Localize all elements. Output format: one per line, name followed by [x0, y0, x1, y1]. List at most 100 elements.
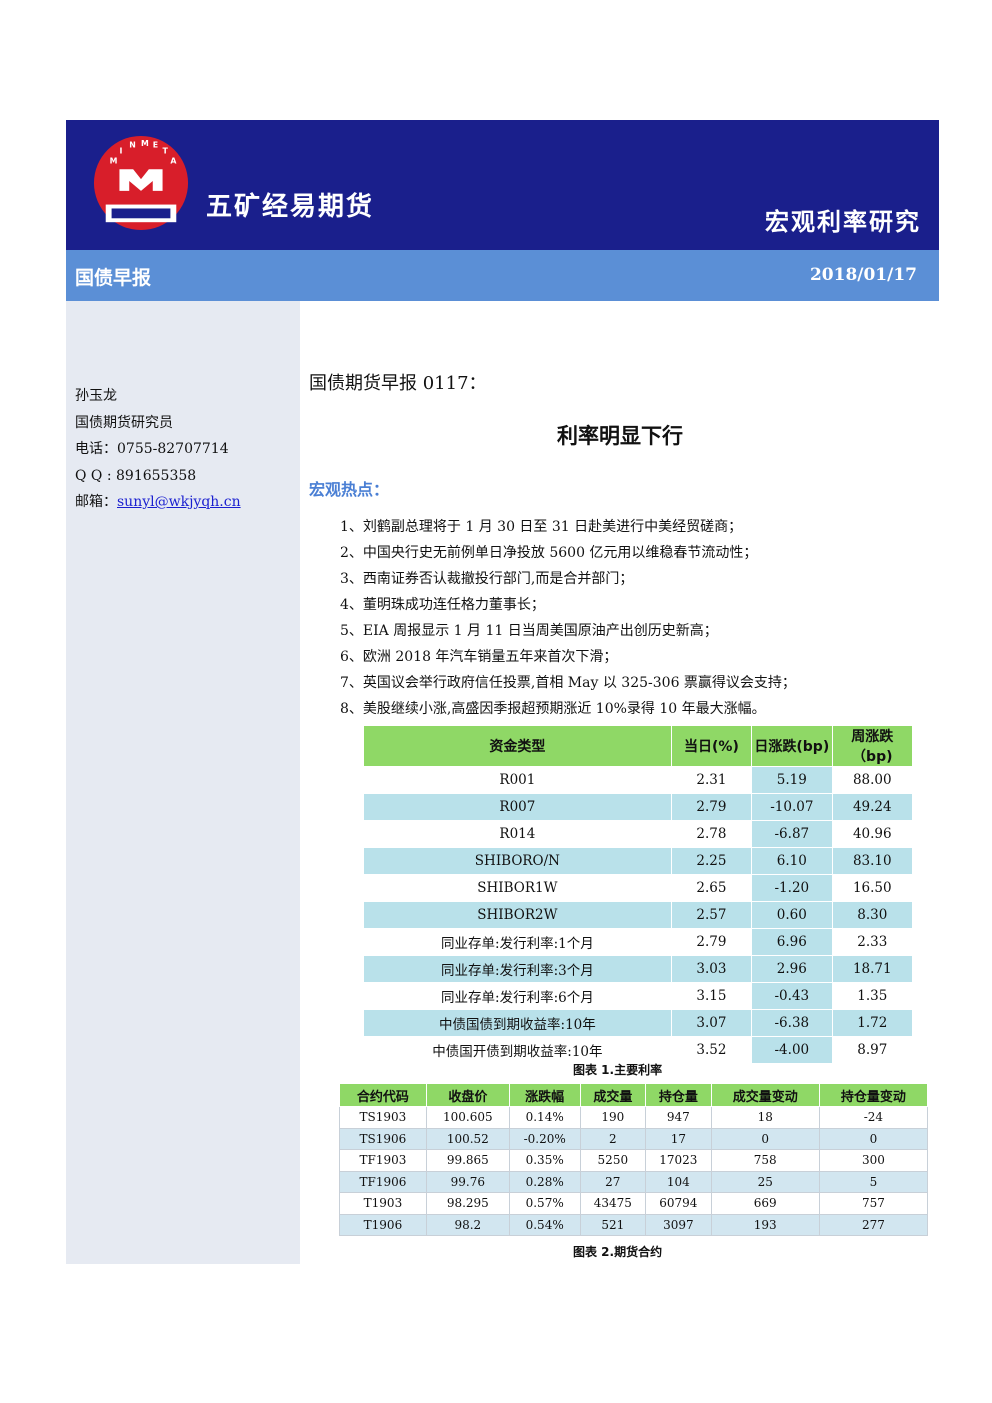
- rates-cell: 5.19: [751, 766, 833, 794]
- news-item: 5、EIA 周报显示 1 月 11 日当周美国原油产出创历史新高；: [340, 623, 718, 639]
- svg-text:T: T: [163, 147, 169, 156]
- futures-cell: 2: [579, 1127, 647, 1150]
- futures-caption: 图表 2.期货合约: [573, 1245, 663, 1259]
- rates-header-cell: 日涨跌(bp): [751, 725, 833, 767]
- rates-cell: -1.20: [751, 874, 833, 902]
- table-row: R007 2.79 -10.07 49.24: [363, 793, 914, 821]
- futures-cell: 0: [818, 1127, 929, 1150]
- svg-text:A: A: [170, 156, 177, 165]
- table-row: TS1903 100.605 0.14% 190 947 18 -24: [339, 1106, 929, 1129]
- rates-cell: 3.07: [670, 1009, 753, 1037]
- futures-cell: 104: [645, 1170, 712, 1193]
- futures-cell: -0.20%: [508, 1127, 581, 1150]
- futures-cell: TF1906: [339, 1170, 427, 1193]
- rates-cell: R001: [363, 766, 672, 794]
- report-date: 2018/01/17: [809, 265, 917, 285]
- table-row: TF1906 99.76 0.28% 27 104 25 5: [339, 1170, 929, 1193]
- futures-cell: 100.52: [425, 1127, 510, 1150]
- futures-cell: 99.76: [425, 1170, 510, 1193]
- rates-cell: 3.15: [670, 982, 753, 1010]
- futures-cell: 0.28%: [508, 1170, 581, 1193]
- rates-cell: 2.57: [670, 901, 753, 929]
- report-header: MIN MET A 五矿经易期货 宏观利率研究: [66, 120, 939, 250]
- department-name: 宏观利率研究: [765, 208, 921, 236]
- rates-cell: 83.10: [831, 847, 914, 875]
- rates-cell: 同业存单:发行利率:1个月: [363, 928, 672, 956]
- company-name: 五矿经易期货: [206, 192, 375, 222]
- rates-cell: 49.24: [831, 793, 914, 821]
- table-row: 同业存单:发行利率:6个月 3.15 -0.43 1.35: [363, 982, 914, 1010]
- rates-cell: 88.00: [831, 766, 914, 794]
- table-row: 中债国债到期收益率:10年 3.07 -6.38 1.72: [363, 1009, 914, 1037]
- futures-cell: 3097: [645, 1213, 712, 1236]
- futures-cell: T1906: [339, 1213, 427, 1236]
- rates-cell: 40.96: [831, 820, 914, 848]
- futures-cell: 758: [710, 1149, 820, 1172]
- futures-cell: 100.605: [425, 1106, 510, 1129]
- futures-cell: TF1903: [339, 1149, 427, 1172]
- futures-cell: 25: [710, 1170, 820, 1193]
- rates-cell: 6.96: [751, 928, 833, 956]
- rates-cell: R014: [363, 820, 672, 848]
- table-row: T1906 98.2 0.54% 521 3097 193 277: [339, 1213, 929, 1236]
- futures-header-cell: 收盘价: [425, 1083, 510, 1107]
- news-list: 1、刘鹤副总理将于 1 月 30 日至 31 日赴美进行中美经贸磋商； 2、中国央…: [340, 514, 796, 722]
- rates-cell: 中债国开债到期收益率:10年: [363, 1036, 672, 1064]
- rates-cell: SHIBOR1W: [363, 874, 672, 902]
- rates-cell: -6.87: [751, 820, 833, 848]
- futures-header-cell: 成交量变动: [710, 1083, 820, 1107]
- rates-cell: 0.60: [751, 901, 833, 929]
- futures-header-cell: 涨跌幅: [508, 1083, 581, 1107]
- rates-cell: 中债国债到期收益率:10年: [363, 1009, 672, 1037]
- rates-cell: 2.33: [831, 928, 914, 956]
- futures-cell: 947: [645, 1106, 712, 1129]
- futures-cell: 277: [818, 1213, 929, 1236]
- rates-cell: 3.52: [670, 1036, 753, 1064]
- email-link[interactable]: sunyl@wkjyqh.cn: [117, 494, 241, 510]
- report-title: 国债期货早报 0117：: [309, 369, 487, 395]
- report-title-num: 0117：: [417, 373, 487, 394]
- table-row: R014 2.78 -6.87 40.96: [363, 820, 914, 848]
- futures-cell: 17023: [645, 1149, 712, 1172]
- futures-cell: T1903: [339, 1192, 427, 1215]
- rates-cell: R007: [363, 793, 672, 821]
- author-title: 国债期货研究员: [75, 414, 173, 431]
- rates-cell: 1.35: [831, 982, 914, 1010]
- rates-cell: 2.79: [670, 793, 753, 821]
- news-item: 3、西南证券否认裁撤投行部门,而是合并部门；: [340, 571, 634, 587]
- rates-cell: SHIBORO/N: [363, 847, 672, 875]
- table-row: SHIBOR1W 2.65 -1.20 16.50: [363, 874, 914, 902]
- futures-table: 合约代码 收盘价 涨跌幅 成交量 持仓量 成交量变动 持仓量变动 TS1903 100.605…: [339, 1083, 929, 1236]
- futures-cell: 99.865: [425, 1149, 510, 1172]
- table-row: TS1906 100.52 -0.20% 2 17 0 0: [339, 1127, 929, 1150]
- rates-table: 资金类型 当日(%) 日涨跌(bp) 周涨跌（bp) R001 2.31 5.19 88.0…: [363, 725, 914, 1064]
- futures-cell: 0.14%: [508, 1106, 581, 1129]
- futures-cell: -24: [818, 1106, 929, 1129]
- news-item: 7、英国议会举行政府信任投票,首相 May 以 325-306 票赢得议会支持；: [340, 675, 796, 691]
- rates-header-cell: 周涨跌（bp): [831, 725, 914, 767]
- rates-cell: -10.07: [751, 793, 833, 821]
- table-row: T1903 98.295 0.57% 43475 60794 669 757: [339, 1192, 929, 1215]
- minmetals-logo-icon: MIN M ET A: [93, 135, 189, 231]
- svg-text:N: N: [129, 141, 136, 150]
- svg-text:E: E: [153, 141, 158, 150]
- futures-cell: TS1906: [339, 1127, 427, 1150]
- rates-cell: -4.00: [751, 1036, 833, 1064]
- news-item: 8、美股继续小涨,高盛因季报超预期涨近 10%录得 10 年最大涨幅。: [340, 701, 766, 717]
- futures-cell: TS1903: [339, 1106, 427, 1129]
- macro-hot-title: 宏观热点：: [309, 480, 390, 499]
- report-title-prefix: 国债期货早报: [309, 373, 417, 394]
- rates-cell: SHIBOR2W: [363, 901, 672, 929]
- rates-cell: 2.65: [670, 874, 753, 902]
- news-item: 1、刘鹤副总理将于 1 月 30 日至 31 日赴美进行中美经贸磋商；: [340, 519, 743, 535]
- svg-text:M: M: [110, 156, 118, 165]
- author-qq: Q Q : 891655358: [75, 467, 197, 484]
- table-row: SHIBOR2W 2.57 0.60 8.30: [363, 901, 914, 929]
- rates-header-cell: 资金类型: [363, 725, 672, 767]
- futures-cell: 300: [818, 1149, 929, 1172]
- rates-cell: 2.25: [670, 847, 753, 875]
- table-row: 同业存单:发行利率:1个月 2.79 6.96 2.33: [363, 928, 914, 956]
- futures-header-cell: 持仓量变动: [818, 1083, 929, 1107]
- futures-header-cell: 合约代码: [339, 1083, 427, 1107]
- rates-cell: 同业存单:发行利率:3个月: [363, 955, 672, 983]
